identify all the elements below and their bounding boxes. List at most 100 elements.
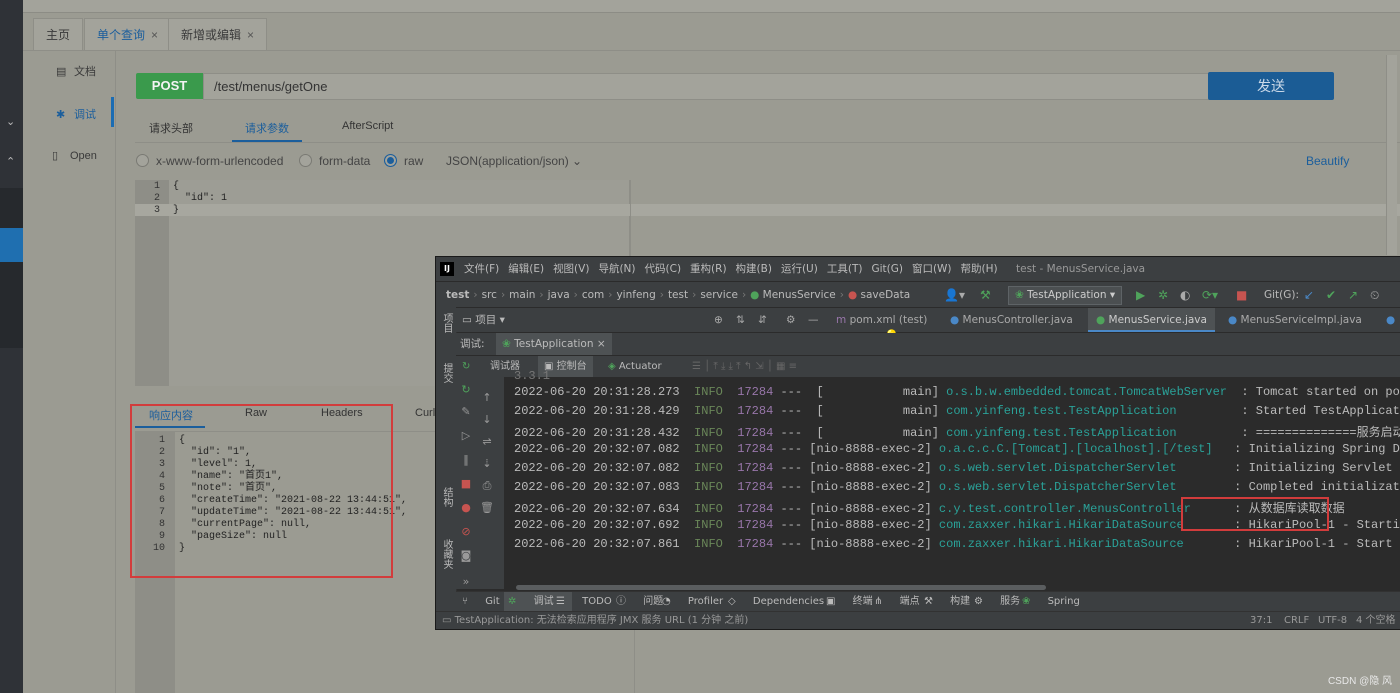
tool-profiler[interactable]: ◔ Profiler — [662, 592, 737, 612]
sidenav-item-open[interactable]: ▯ Open — [52, 149, 97, 162]
send-button[interactable]: 发送 — [1208, 72, 1334, 100]
radio-raw[interactable]: raw — [384, 154, 423, 168]
tool-dependencies[interactable]: ◇ Dependencies — [728, 592, 838, 612]
crumb-item[interactable]: src — [482, 289, 497, 301]
scroll-end-icon[interactable]: ⇣ — [480, 457, 494, 470]
crumb-item[interactable]: yinfeng — [616, 289, 655, 301]
status-line-separator[interactable]: CRLF — [1284, 612, 1309, 629]
menu-edit[interactable]: 编辑(E) — [508, 263, 544, 275]
chevron-up-icon[interactable]: ⌃ — [6, 155, 15, 168]
stop-icon[interactable]: ■ — [459, 477, 473, 490]
chevron-down-icon[interactable]: ⌄ — [6, 115, 15, 128]
sidenav-item-docs[interactable]: ▤ 文档 — [56, 63, 96, 79]
crumb-item[interactable]: saveData — [860, 289, 910, 301]
crumb-item[interactable]: MenusService — [763, 289, 836, 301]
project-tool-label[interactable]: 项目 — [439, 313, 454, 333]
tab-single-query[interactable]: 单个查询 × — [84, 18, 172, 51]
step-down-icon[interactable]: ↓ — [480, 413, 494, 426]
history-icon[interactable]: ⏲ — [1370, 282, 1379, 308]
crumb-item[interactable]: test — [446, 289, 469, 301]
tab-after-script[interactable]: AfterScript — [342, 120, 393, 132]
coverage-icon[interactable]: ◐ — [1180, 282, 1190, 308]
menu-refactor[interactable]: 重构(R) — [690, 263, 727, 275]
status-message[interactable]: ▭ TestApplication: 无法检索应用程序 JMX 服务 URL (… — [442, 612, 748, 629]
status-indent[interactable]: 4 个空格 — [1356, 612, 1396, 629]
radio-urlencoded[interactable]: x-www-form-urlencoded — [136, 154, 283, 168]
crumb-item[interactable]: test — [668, 289, 688, 301]
debug-session-tab[interactable]: ❀ TestApplication × — [496, 333, 612, 355]
content-type-select[interactable]: JSON(application/json) ⌄ — [446, 154, 582, 168]
user-icon[interactable]: 👤▾ — [944, 282, 965, 308]
crumb-item[interactable]: com — [582, 289, 604, 301]
list-icon[interactable]: ☰ │ ⤒ ⤓ ⤓ ⤒ ↰ ⇲ │ ▦ ≡ — [692, 356, 797, 378]
project-selector[interactable]: ▭ 项目 ▾ — [462, 308, 505, 332]
close-icon[interactable]: × — [151, 28, 158, 42]
menu-code[interactable]: 代码(C) — [645, 263, 682, 275]
menu-run[interactable]: 运行(U) — [781, 263, 818, 275]
menu-view[interactable]: 视图(V) — [553, 263, 589, 275]
crumb-item[interactable]: main — [509, 289, 535, 301]
git-commit-icon[interactable]: ✔ — [1326, 282, 1336, 308]
status-encoding[interactable]: UTF-8 — [1318, 612, 1347, 629]
tab-home[interactable]: 主页 — [33, 18, 84, 51]
debug-icon[interactable]: ✲ — [1158, 282, 1168, 308]
wrap-icon[interactable]: ⇌ — [480, 435, 494, 448]
radio-form-data[interactable]: form-data — [299, 154, 370, 168]
profile-icon[interactable]: ⟳▾ — [1202, 282, 1218, 308]
trash-icon[interactable]: 🗑 — [480, 501, 494, 514]
commit-tool-label[interactable]: 提交 — [439, 363, 454, 383]
crumb-item[interactable]: service — [700, 289, 738, 301]
tab-request-headers[interactable]: 请求头部 — [149, 120, 193, 136]
run-config-select[interactable]: ❀ TestApplication ▾ — [1008, 286, 1123, 305]
breakpoints-icon[interactable]: ● — [459, 501, 473, 514]
tab-add-or-edit[interactable]: 新增或编辑 × — [168, 18, 268, 51]
step-up-icon[interactable]: ↑ — [480, 391, 494, 404]
horizontal-scrollbar[interactable] — [516, 585, 1046, 590]
pause-icon[interactable]: ‖ — [459, 453, 473, 466]
beautify-link[interactable]: Beautify — [1306, 154, 1349, 168]
hammer-icon[interactable]: ⚒ — [980, 282, 991, 308]
menu-help[interactable]: 帮助(H) — [961, 263, 998, 275]
restart-icon[interactable]: ↻ — [462, 356, 470, 378]
collapse-icon[interactable]: ⇅ — [736, 308, 745, 332]
url-input[interactable]: /test/menus/getOne — [203, 73, 1219, 100]
git-update-icon[interactable]: ↙ — [1304, 282, 1314, 308]
tool-spring[interactable]: ❀ Spring — [1022, 592, 1094, 612]
crumb-item[interactable]: java — [548, 289, 570, 301]
scrollbar[interactable] — [1386, 55, 1397, 255]
resume-icon[interactable]: ↻ — [459, 383, 473, 396]
target-icon[interactable]: ⊕ — [714, 308, 723, 332]
favorites-tool-label[interactable]: 收藏夹 — [439, 539, 454, 569]
menu-navigate[interactable]: 导航(N) — [598, 263, 635, 275]
print-icon[interactable]: ⎙ — [480, 479, 494, 493]
stop-icon[interactable]: ■ — [1236, 282, 1247, 308]
git-push-icon[interactable]: ↗ — [1348, 282, 1358, 308]
tab-curl[interactable]: Curl — [415, 407, 435, 419]
tab-actuator[interactable]: ◈ Actuator — [608, 356, 662, 378]
request-body-code[interactable]: { "id": 1 } — [173, 181, 227, 217]
close-icon[interactable]: × — [247, 28, 254, 42]
menu-window[interactable]: 窗口(W) — [912, 263, 952, 275]
status-position[interactable]: 37:1 — [1250, 612, 1272, 629]
structure-tool-label[interactable]: 结构 — [439, 487, 454, 507]
expand-icon[interactable]: ⇵ — [758, 308, 767, 332]
menu-git[interactable]: Git(G) — [871, 263, 903, 275]
menu-file[interactable]: 文件(F) — [464, 263, 499, 275]
menu-build[interactable]: 构建(B) — [736, 263, 772, 275]
file-tab-menus-service-impl[interactable]: ● MenusServiceImpl.java — [1220, 308, 1370, 332]
wrench-icon[interactable]: ✎ — [459, 405, 473, 418]
more-icon[interactable]: » — [459, 575, 473, 588]
sidenav-item-debug[interactable]: ✱ 调试 — [56, 106, 96, 122]
mute-breakpoints-icon[interactable]: ⊘ — [459, 525, 473, 538]
method-select[interactable]: POST — [136, 73, 203, 99]
resume-program-icon[interactable]: ▷ — [459, 429, 473, 442]
file-tab-menus-controller[interactable]: ● MenusController.java — [942, 308, 1081, 332]
menu-tools[interactable]: 工具(T) — [827, 263, 863, 275]
gear-icon[interactable]: ⚙ — [786, 308, 795, 332]
file-tab-menus-service[interactable]: ● MenusService.java — [1088, 308, 1215, 332]
tab-request-params[interactable]: 请求参数 — [245, 120, 289, 136]
minimize-icon[interactable]: — — [808, 308, 819, 332]
run-icon[interactable]: ▶ — [1136, 282, 1145, 308]
camera-icon[interactable]: ◙ — [459, 549, 473, 562]
file-tab-pom[interactable]: m pom.xml (test) — [828, 308, 935, 332]
